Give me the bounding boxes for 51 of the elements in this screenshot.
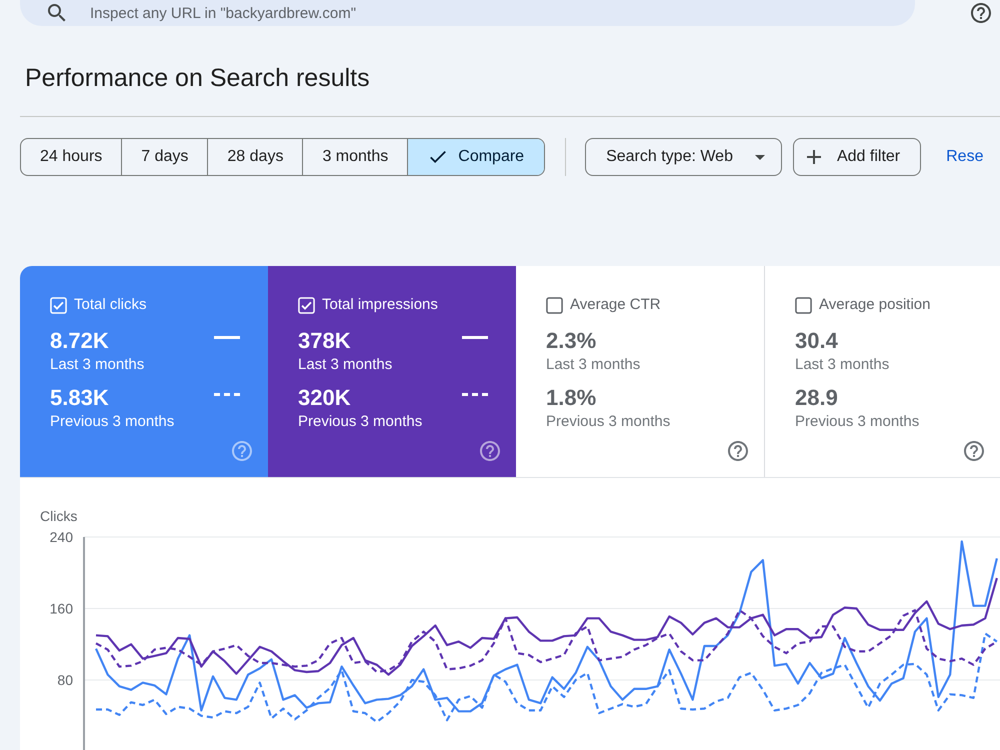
caret-icon	[754, 154, 765, 160]
search-type-dropdown[interactable]: Search type: Web	[585, 138, 782, 176]
period-label: Previous 3 months	[50, 413, 174, 431]
period-label: Last 3 months	[50, 356, 144, 374]
plus-icon	[806, 150, 821, 164]
metric-value: 378K	[298, 328, 351, 354]
tick-label: 160	[50, 600, 73, 616]
metric-label: Total clicks	[74, 296, 147, 314]
metric-value: 1.8%	[546, 385, 596, 411]
metric-card[interactable]: Average position 30.4 Last 3 months 28.9 Previous 3 months	[764, 266, 1000, 477]
page-title: Performance on Search results	[25, 63, 370, 93]
solid-line-icon	[214, 336, 240, 339]
date-range-button[interactable]: 28 days	[207, 139, 302, 175]
period-label: Previous 3 months	[546, 413, 670, 431]
help-icon[interactable]	[971, 3, 991, 23]
metric-label: Average CTR	[570, 296, 661, 314]
metric-label: Total impressions	[322, 296, 438, 314]
checkbox[interactable]	[795, 296, 812, 314]
date-range-button[interactable]: 7 days	[121, 139, 208, 175]
metric-card[interactable]: Total impressions 378K Last 3 months 320K Previous 3 months	[268, 266, 516, 477]
period-label: Last 3 months	[795, 356, 890, 374]
help-icon[interactable]	[480, 441, 500, 461]
date-range-button[interactable]: 24 hours	[21, 139, 122, 175]
help-icon[interactable]	[728, 441, 748, 461]
metric-value: 2.3%	[546, 328, 596, 354]
metric-label: Average position	[819, 296, 930, 314]
metric-value: 5.83K	[50, 385, 109, 411]
period-label: Previous 3 months	[298, 413, 422, 431]
date-range-button[interactable]: Compare	[407, 139, 544, 175]
axis-title: Clicks	[40, 508, 78, 524]
metric-value: 30.4	[795, 328, 838, 354]
metric-value: 8.72K	[50, 328, 109, 354]
metric-card[interactable]: Average CTR 2.3% Last 3 months 1.8% Previous 3 months	[516, 266, 764, 477]
tick-label: 240	[50, 529, 73, 545]
period-label: Last 3 months	[298, 356, 392, 374]
search-icon	[48, 4, 66, 22]
dashed-line-icon	[214, 393, 240, 396]
metric-value: 28.9	[795, 385, 838, 411]
reset-link[interactable]: Rese	[946, 148, 984, 166]
checkbox[interactable]	[546, 296, 563, 314]
solid-line-icon	[462, 336, 488, 339]
search-bar[interactable]: Inspect any URL in "backyardbrew.com"	[20, 0, 915, 26]
dashed-line-icon	[462, 393, 488, 396]
tick-label: 80	[57, 672, 73, 688]
help-icon[interactable]	[964, 441, 984, 461]
add-filter-button[interactable]: Add filter	[792, 138, 922, 176]
period-label: Previous 3 months	[795, 413, 920, 431]
metric-value: 320K	[298, 385, 351, 411]
search-input[interactable]: Inspect any URL in "backyardbrew.com"	[90, 4, 690, 22]
check-icon	[430, 151, 446, 163]
period-label: Last 3 months	[546, 356, 640, 374]
